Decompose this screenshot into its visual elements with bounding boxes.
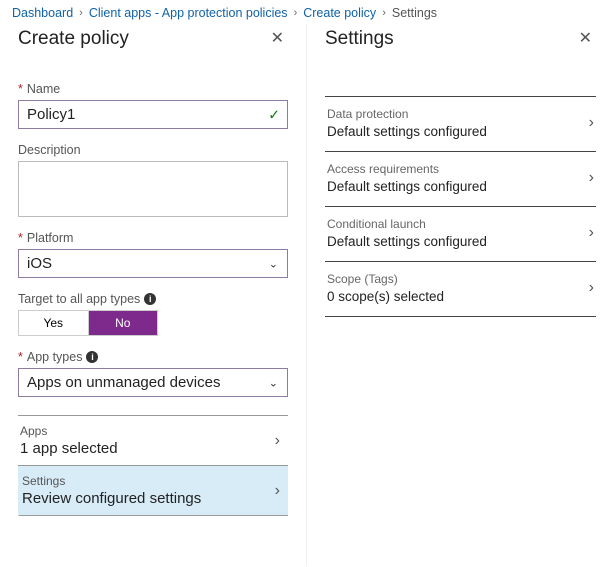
- row-sub: Default settings configured: [327, 234, 487, 249]
- breadcrumb-link[interactable]: Dashboard: [12, 6, 73, 20]
- chevron-right-icon: ›: [79, 7, 83, 19]
- row-title: Access requirements: [327, 162, 487, 176]
- close-icon[interactable]: ✕: [267, 29, 288, 49]
- info-icon[interactable]: i: [86, 351, 98, 363]
- description-input[interactable]: [18, 161, 288, 217]
- info-icon[interactable]: i: [144, 293, 156, 305]
- section-label: Apps: [20, 424, 118, 438]
- data-protection-row[interactable]: Data protection Default settings configu…: [325, 97, 596, 152]
- row-sub: Default settings configured: [327, 179, 487, 194]
- name-input[interactable]: [18, 100, 288, 129]
- toggle-no[interactable]: No: [88, 311, 158, 335]
- settings-panel: Settings ✕ Data protection Default setti…: [307, 24, 614, 565]
- chevron-right-icon: ›: [589, 279, 594, 297]
- panel-title: Create policy: [18, 28, 129, 50]
- platform-label: Platform: [18, 231, 288, 245]
- chevron-right-icon: ›: [382, 7, 386, 19]
- section-label: Settings: [22, 474, 201, 488]
- row-title: Scope (Tags): [327, 272, 444, 286]
- chevron-right-icon: ›: [275, 432, 284, 450]
- access-requirements-row[interactable]: Access requirements Default settings con…: [325, 152, 596, 207]
- breadcrumb-link[interactable]: Client apps - App protection policies: [89, 6, 288, 20]
- row-title: Conditional launch: [327, 217, 487, 231]
- row-sub: Default settings configured: [327, 124, 487, 139]
- description-label: Description: [18, 143, 288, 157]
- app-types-select[interactable]: Apps on unmanaged devices: [18, 368, 288, 397]
- chevron-right-icon: ›: [589, 114, 594, 132]
- section-value: Review configured settings: [22, 490, 201, 507]
- row-sub: 0 scope(s) selected: [327, 289, 444, 304]
- section-value: 1 app selected: [20, 440, 118, 457]
- chevron-right-icon: ›: [589, 169, 594, 187]
- scope-tags-row[interactable]: Scope (Tags) 0 scope(s) selected ›: [325, 262, 596, 317]
- app-types-label: App types i: [18, 350, 288, 364]
- toggle-yes[interactable]: Yes: [19, 311, 88, 335]
- check-icon: ✓: [268, 106, 280, 123]
- chevron-right-icon: ›: [589, 224, 594, 242]
- breadcrumb-link[interactable]: Create policy: [303, 6, 376, 20]
- chevron-right-icon: ›: [294, 7, 298, 19]
- platform-select[interactable]: iOS: [18, 249, 288, 278]
- row-title: Data protection: [327, 107, 487, 121]
- target-toggle: Yes No: [18, 310, 158, 336]
- chevron-right-icon: ›: [275, 482, 284, 500]
- panel-title: Settings: [325, 28, 394, 50]
- breadcrumb: Dashboard › Client apps - App protection…: [0, 0, 614, 24]
- breadcrumb-current: Settings: [392, 6, 437, 20]
- conditional-launch-row[interactable]: Conditional launch Default settings conf…: [325, 207, 596, 262]
- settings-section[interactable]: Settings Review configured settings ›: [18, 466, 288, 516]
- create-policy-panel: Create policy ✕ Name ✓ Description Platf…: [0, 24, 307, 565]
- target-label: Target to all app types i: [18, 292, 288, 306]
- apps-section[interactable]: Apps 1 app selected ›: [18, 416, 288, 466]
- name-label: Name: [18, 82, 288, 96]
- close-icon[interactable]: ✕: [575, 29, 596, 49]
